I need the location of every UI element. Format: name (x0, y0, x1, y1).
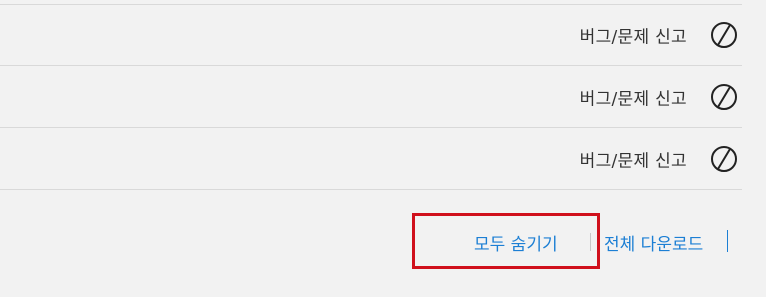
separator (590, 233, 591, 251)
list-row: 버그/문제 신고 (0, 4, 742, 66)
hide-all-link[interactable]: 모두 숨기기 (474, 230, 558, 255)
attachments-footer: 모두 숨기기 전체 다운로드 (412, 213, 752, 269)
list-row: 버그/문제 신고 (0, 128, 742, 190)
block-icon[interactable] (710, 21, 738, 49)
report-bug-link[interactable]: 버그/문제 신고 (580, 84, 687, 109)
attachment-list: 버그/문제 신고 버그/문제 신고 버그/문제 신고 (0, 0, 742, 190)
block-icon[interactable] (710, 145, 738, 173)
report-bug-link[interactable]: 버그/문제 신고 (580, 146, 687, 171)
list-row: 버그/문제 신고 (0, 66, 742, 128)
block-icon[interactable] (710, 83, 738, 111)
download-all-link[interactable]: 전체 다운로드 (604, 230, 703, 255)
text-cursor (727, 230, 728, 252)
report-bug-link[interactable]: 버그/문제 신고 (580, 23, 687, 48)
